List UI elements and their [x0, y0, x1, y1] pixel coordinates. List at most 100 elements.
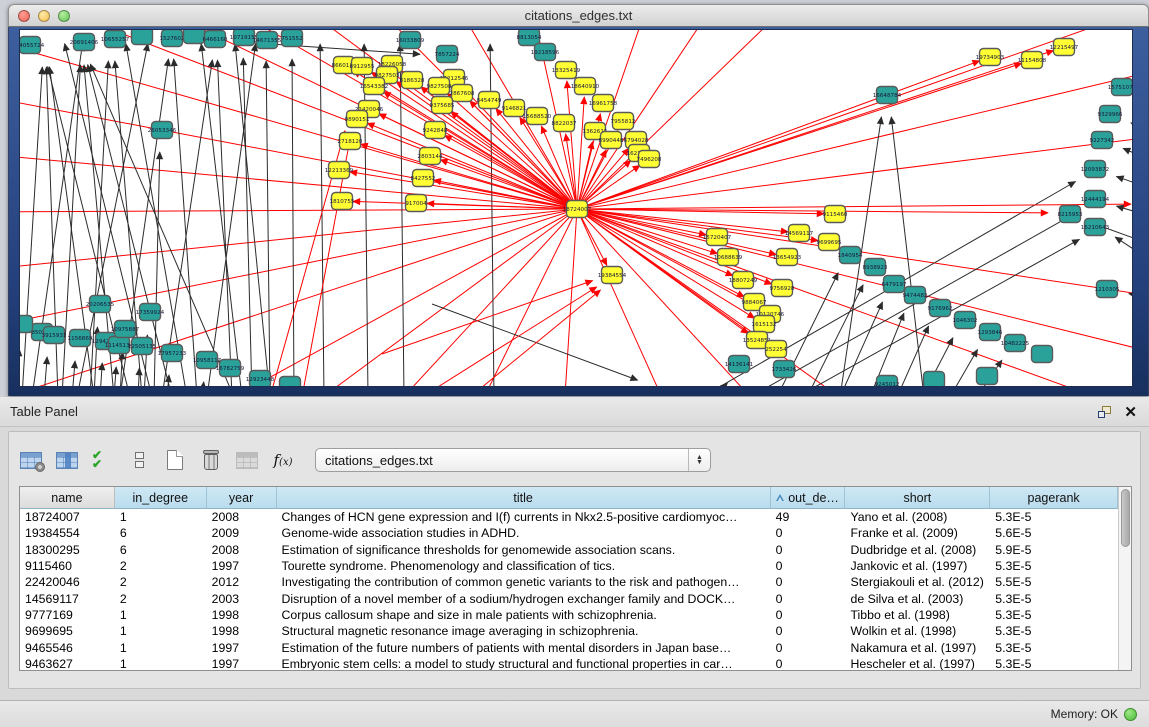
- graph-node[interactable]: 13325419: [552, 62, 581, 79]
- table-cell[interactable]: Dudbridge et al. (2008): [846, 542, 991, 558]
- table-settings-button[interactable]: [13, 443, 49, 477]
- table-cell[interactable]: 0: [771, 558, 846, 574]
- graph-node[interactable]: 9176962: [928, 300, 953, 317]
- table-cell[interactable]: 1997: [207, 639, 277, 655]
- table-cell[interactable]: Estimation of the future numbers of pati…: [277, 639, 771, 655]
- table-row[interactable]: 1456911722003Disruption of a novel membe…: [20, 590, 1118, 606]
- table-cell[interactable]: 0: [771, 525, 846, 541]
- table-cell[interactable]: Embryonic stem cells: a model to study s…: [277, 656, 771, 670]
- table-cell[interactable]: 6: [115, 525, 207, 541]
- graph-node[interactable]: 18807249: [729, 272, 758, 289]
- graph-node[interactable]: 18640910: [571, 78, 600, 95]
- row-height-button[interactable]: [121, 443, 157, 477]
- table-cell[interactable]: 0: [771, 656, 846, 670]
- graph-node[interactable]: [184, 30, 205, 44]
- graph-node[interactable]: 1733426: [772, 361, 797, 378]
- create-column-button[interactable]: [157, 443, 193, 477]
- table-cell[interactable]: 0: [771, 590, 846, 606]
- table-cell[interactable]: 1: [115, 509, 207, 525]
- graph-node[interactable]: 16033809: [396, 32, 425, 49]
- column-header-title[interactable]: title: [277, 487, 771, 509]
- table-cell[interactable]: Genome-wide association studies in ADHD.: [277, 525, 771, 541]
- graph-node[interactable]: 16782759: [216, 360, 245, 377]
- table-cell[interactable]: Investigating the contribution of common…: [277, 574, 771, 590]
- table-cell[interactable]: 5.3E-5: [990, 558, 1118, 574]
- graph-node[interactable]: 8990448: [599, 132, 624, 149]
- table-cell[interactable]: Nakamura et al. (1997): [846, 639, 991, 655]
- graph-node[interactable]: 9890151: [345, 111, 370, 128]
- graph-node[interactable]: 15751074: [1108, 79, 1133, 96]
- table-cell[interactable]: 1: [115, 607, 207, 623]
- graph-node[interactable]: 13654923: [773, 249, 802, 266]
- table-cell[interactable]: 1: [115, 623, 207, 639]
- table-cell[interactable]: 0: [771, 623, 846, 639]
- graph-node[interactable]: 11154808: [1018, 52, 1047, 69]
- graph-node[interactable]: [280, 377, 301, 388]
- column-header-pagerank[interactable]: pagerank: [990, 487, 1118, 509]
- graph-node[interactable]: [977, 368, 998, 385]
- graph-node[interactable]: 9245012: [875, 376, 900, 388]
- table-cell[interactable]: 2003: [207, 590, 277, 606]
- graph-node[interactable]: 17359924: [136, 304, 165, 321]
- column-header-in_degree[interactable]: in_degree: [115, 487, 207, 509]
- graph-node[interactable]: 16961758: [589, 95, 618, 112]
- graph-node[interactable]: 7496208: [637, 151, 662, 168]
- graph-node[interactable]: 19218596: [531, 44, 560, 61]
- graph-node[interactable]: 7955812: [611, 113, 636, 130]
- graph-node[interactable]: 9115460: [823, 206, 848, 223]
- graph-node[interactable]: 14569117: [785, 225, 814, 242]
- table-row[interactable]: 1872400712008Changes of HCN gene express…: [20, 509, 1118, 525]
- table-cell[interactable]: 0: [771, 542, 846, 558]
- graph-node[interactable]: [20, 316, 33, 333]
- table-cell[interactable]: 0: [771, 574, 846, 590]
- graph-node[interactable]: 9474482: [903, 287, 928, 304]
- graph-node[interactable]: 2867608: [450, 85, 475, 102]
- graph-node[interactable]: 17957233: [158, 345, 187, 362]
- graph-node[interactable]: 9699695: [817, 234, 842, 251]
- table-cell[interactable]: Changes of HCN gene expression and I(f) …: [277, 509, 771, 525]
- table-cell[interactable]: 0: [771, 639, 846, 655]
- graph-node[interactable]: 8454749: [477, 92, 502, 109]
- delete-column-button[interactable]: [193, 443, 229, 477]
- table-row[interactable]: 946554611997Estimation of the future num…: [20, 639, 1118, 655]
- graph-node[interactable]: 2803144: [418, 148, 443, 165]
- graph-node[interactable]: 19734903: [976, 49, 1005, 66]
- table-cell[interactable]: Tourette syndrome. Phenomenology and cla…: [277, 558, 771, 574]
- graph-node[interactable]: 16210643: [1081, 219, 1110, 236]
- show-columns-button[interactable]: [49, 443, 85, 477]
- table-cell[interactable]: 2009: [207, 525, 277, 541]
- column-header-year[interactable]: year: [207, 487, 277, 509]
- graph-node[interactable]: 12505135: [128, 338, 157, 355]
- table-cell[interactable]: 22420046: [20, 574, 115, 590]
- scrollbar-thumb[interactable]: [1121, 489, 1130, 547]
- graph-node[interactable]: 8938923: [863, 259, 888, 276]
- table-cell[interactable]: 2008: [207, 509, 277, 525]
- graph-node[interactable]: 6466160: [203, 31, 228, 48]
- graph-node[interactable]: 12213369: [325, 162, 354, 179]
- close-panel-icon[interactable]: ✕: [1124, 405, 1137, 420]
- graph-node[interactable]: 1527602: [160, 30, 185, 47]
- table-cell[interactable]: 1997: [207, 656, 277, 670]
- graph-node[interactable]: 6479197: [882, 276, 907, 293]
- graph-node[interactable]: 9756928: [770, 280, 795, 297]
- table-cell[interactable]: Structural magnetic resonance image aver…: [277, 623, 771, 639]
- table-cell[interactable]: 5.6E-5: [990, 525, 1118, 541]
- table-row[interactable]: 1830029562008Estimation of significance …: [20, 542, 1118, 558]
- table-cell[interactable]: Hescheler et al. (1997): [846, 656, 991, 670]
- graph-node[interactable]: 8427552: [411, 170, 436, 187]
- graph-node[interactable]: 9827508: [427, 78, 452, 95]
- table-cell[interactable]: 18724007: [20, 509, 115, 525]
- graph-node[interactable]: 1840954: [838, 247, 863, 264]
- table-cell[interactable]: Corpus callosum shape and size in male p…: [277, 607, 771, 623]
- table-cell[interactable]: 2: [115, 558, 207, 574]
- graph-node[interactable]: 3915931: [42, 327, 67, 344]
- table-row[interactable]: 2242004622012Investigating the contribut…: [20, 574, 1118, 590]
- graph-node[interactable]: 16648784: [873, 87, 902, 104]
- graph-node[interactable]: 9227342: [1090, 132, 1115, 149]
- graph-node[interactable]: 26053346: [148, 122, 177, 139]
- graph-node[interactable]: 15720407: [703, 229, 732, 246]
- graph-node[interactable]: 1210305: [1095, 281, 1120, 298]
- graph-node[interactable]: 10688639: [714, 249, 743, 266]
- graph-node[interactable]: 8822037: [552, 115, 577, 132]
- graph-node[interactable]: 8215953: [1058, 206, 1083, 223]
